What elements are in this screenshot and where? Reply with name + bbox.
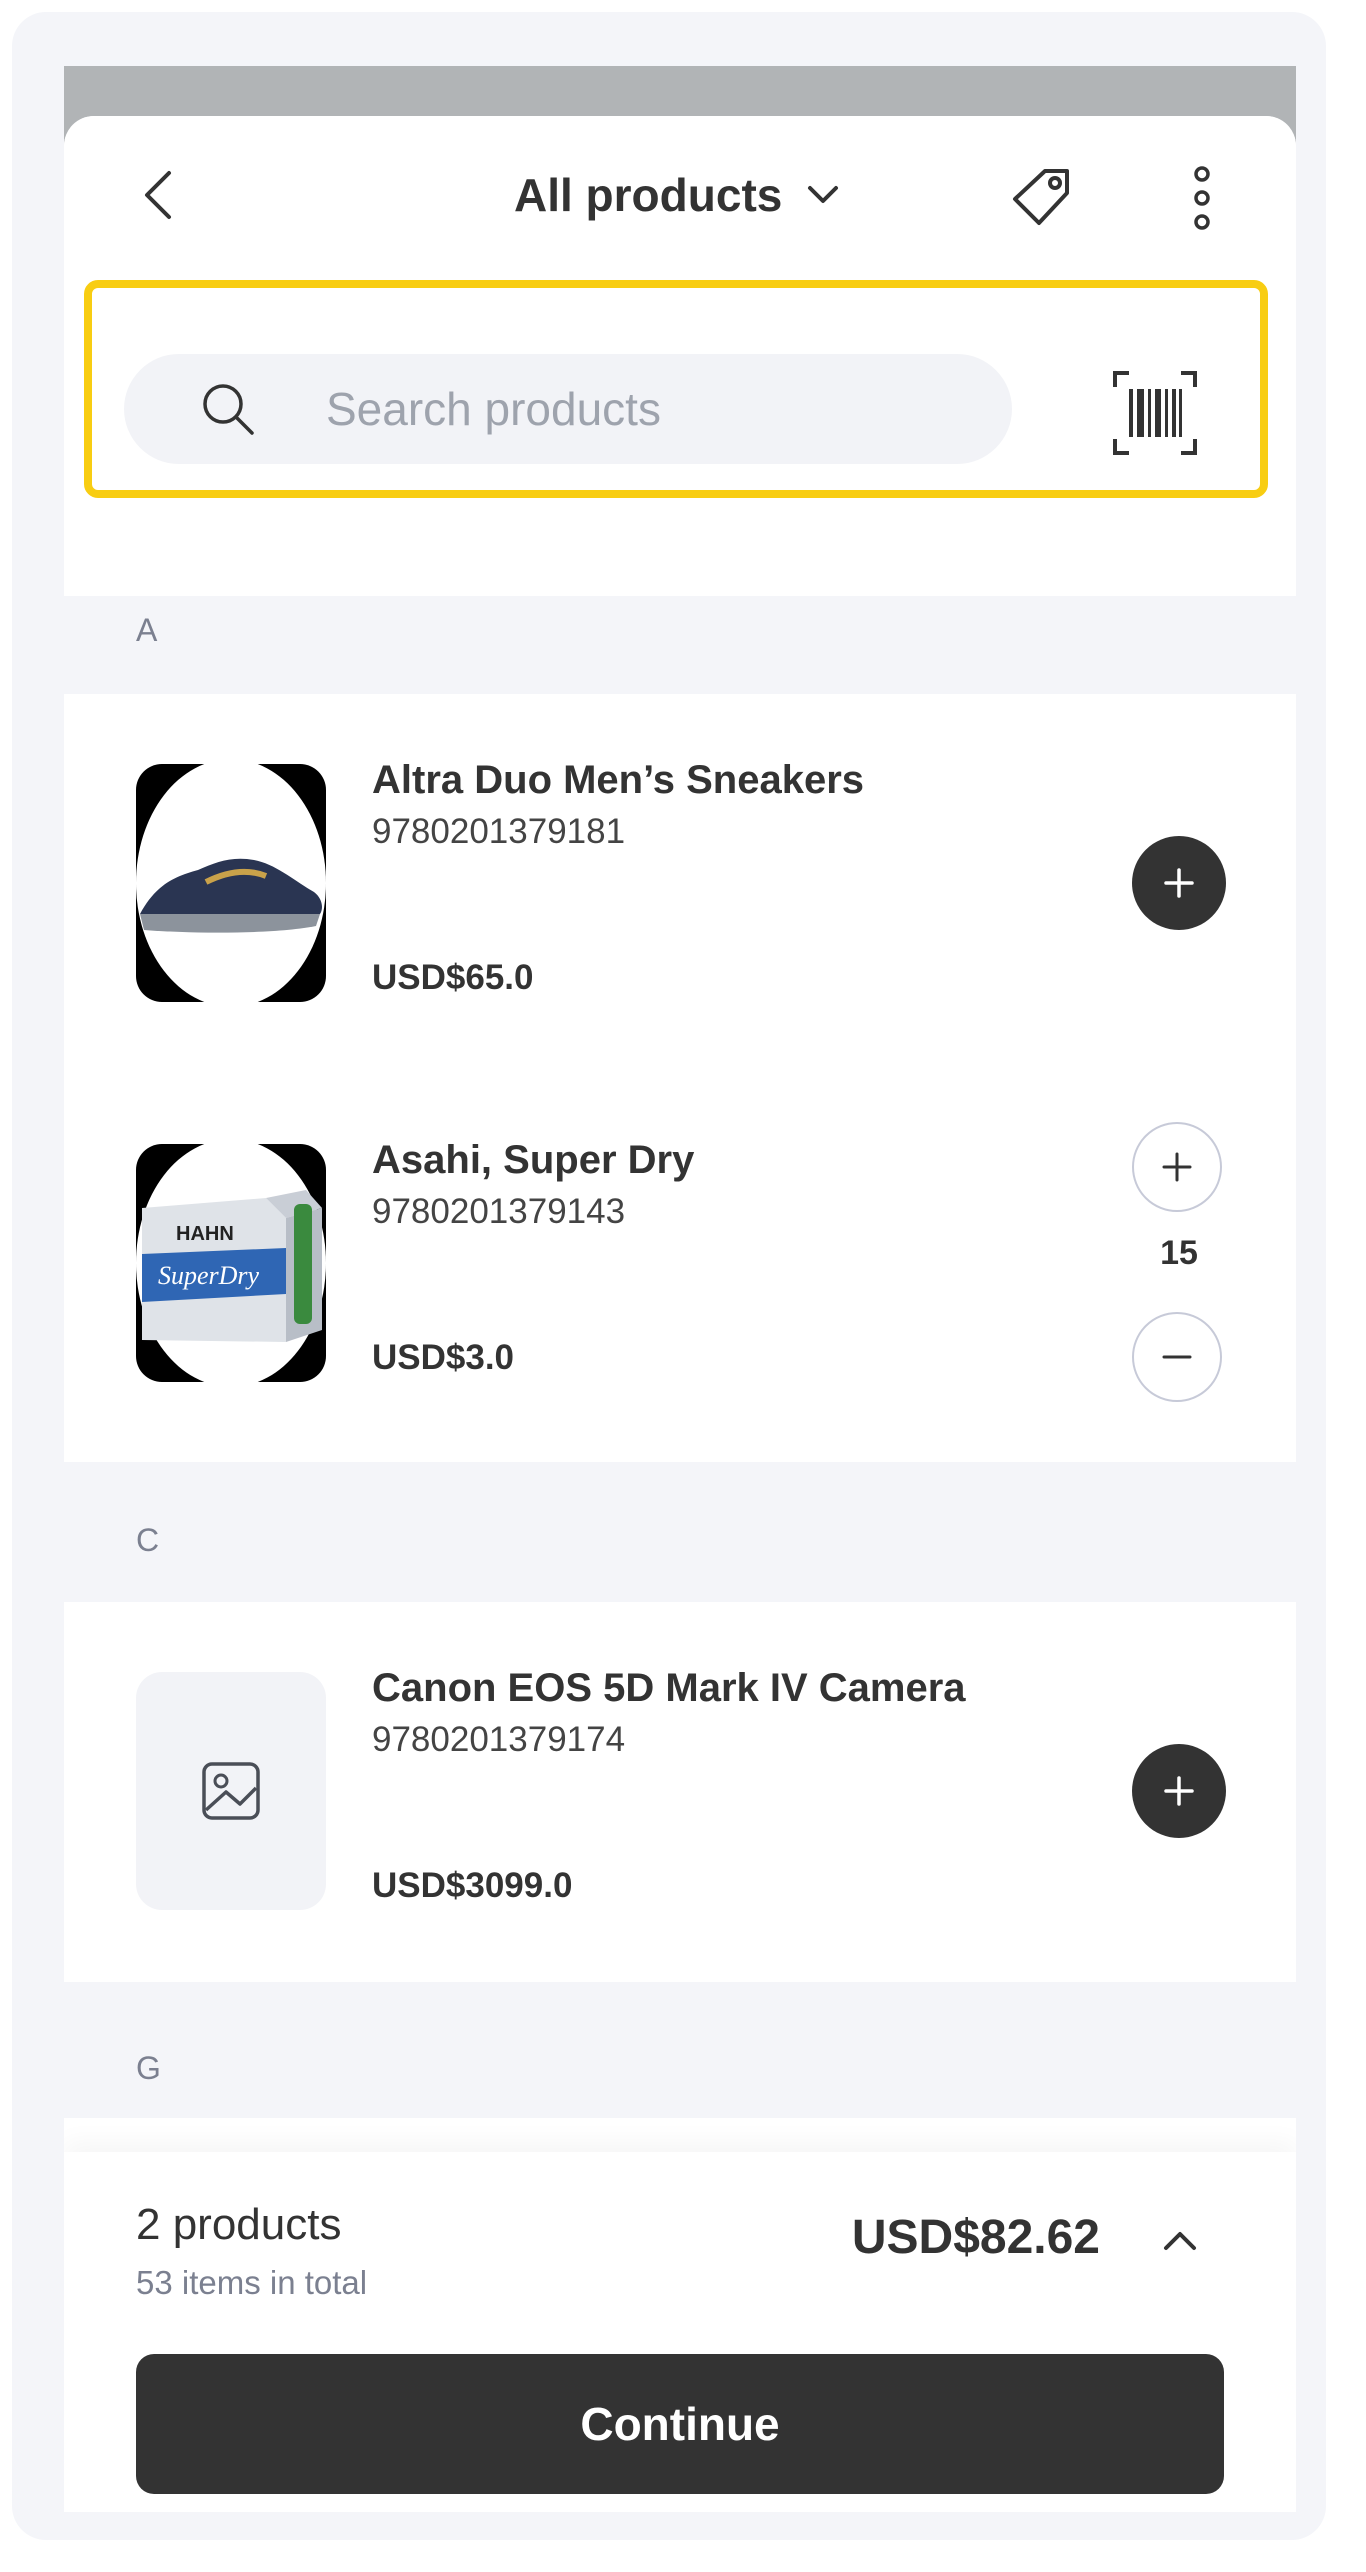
- svg-text:SuperDry: SuperDry: [158, 1261, 260, 1290]
- product-name: Altra Duo Men’s Sneakers: [372, 758, 865, 802]
- section-header-c: C: [136, 1522, 160, 1558]
- product-image-placeholder: [136, 1672, 326, 1910]
- app-screen: All products Search products A Altra Duo…: [64, 66, 1296, 2512]
- product-price: USD$3099.0: [372, 1866, 573, 1905]
- minus-icon: [1162, 1355, 1192, 1359]
- product-price: USD$65.0: [372, 958, 534, 997]
- page-title: All products: [514, 169, 783, 221]
- search-icon: [203, 384, 254, 435]
- plus-icon: [1164, 868, 1194, 898]
- device-frame: All products Search products A Altra Duo…: [12, 12, 1326, 2540]
- search-input[interactable]: Search products: [124, 354, 1012, 464]
- expand-summary-button[interactable]: [1150, 2210, 1210, 2270]
- continue-button[interactable]: Continue: [136, 2354, 1224, 2494]
- chevron-down-icon: [808, 186, 839, 203]
- product-sku: 9780201379181: [372, 812, 626, 851]
- search-bar-highlight: Search products: [84, 280, 1268, 498]
- header: All products Search products: [64, 116, 1296, 596]
- items-total: 53 items in total: [136, 2264, 368, 2301]
- chevron-left-icon: [145, 171, 171, 219]
- barcode-scan-button[interactable]: [1110, 368, 1200, 458]
- product-image-asahi-super-dry: HAHN SuperDry: [136, 1144, 326, 1382]
- image-placeholder-icon: [202, 1762, 260, 1820]
- section-a-list: Altra Duo Men’s Sneakers 9780201379181 U…: [64, 694, 1296, 1462]
- quantity-value: 15: [1160, 1234, 1198, 1272]
- product-name: Asahi, Super Dry: [372, 1138, 695, 1182]
- search-placeholder: Search products: [326, 383, 661, 435]
- section-c-list: Canon EOS 5D Mark IV Camera 978020137917…: [64, 1602, 1296, 1982]
- section-header-a: A: [136, 612, 158, 648]
- svg-text:HAHN: HAHN: [176, 1223, 234, 1245]
- product-count: 2 products: [136, 2200, 342, 2249]
- product-sku: 9780201379174: [372, 1720, 626, 1759]
- increment-quantity-button[interactable]: [1132, 1122, 1222, 1212]
- plus-icon: [1162, 1152, 1192, 1182]
- category-selector[interactable]: All products: [514, 160, 840, 230]
- product-sku: 9780201379143: [372, 1192, 626, 1231]
- add-product-button[interactable]: [1132, 1744, 1226, 1838]
- cart-summary-footer: 2 products 53 items in total USD$82.62 C…: [64, 2152, 1296, 2512]
- more-options-button[interactable]: [1164, 160, 1240, 236]
- section-header-g: G: [136, 2050, 161, 2086]
- product-image-altra-sneakers: [136, 764, 326, 1002]
- product-picker-sheet: All products Search products A Altra Duo…: [64, 116, 1296, 2512]
- price-tag-button[interactable]: [1004, 160, 1080, 236]
- chevron-up-icon: [1164, 2232, 1196, 2250]
- product-price: USD$3.0: [372, 1338, 515, 1377]
- plus-icon: [1164, 1776, 1194, 1806]
- price-tag-icon: [1013, 169, 1069, 225]
- more-vertical-icon: [1194, 166, 1210, 230]
- add-product-button[interactable]: [1132, 836, 1226, 930]
- product-name: Canon EOS 5D Mark IV Camera: [372, 1666, 966, 1710]
- total-price: USD$82.62: [851, 2211, 1100, 2264]
- decrement-quantity-button[interactable]: [1132, 1312, 1222, 1402]
- barcode-scan-icon: [1113, 371, 1197, 455]
- back-button[interactable]: [124, 160, 194, 230]
